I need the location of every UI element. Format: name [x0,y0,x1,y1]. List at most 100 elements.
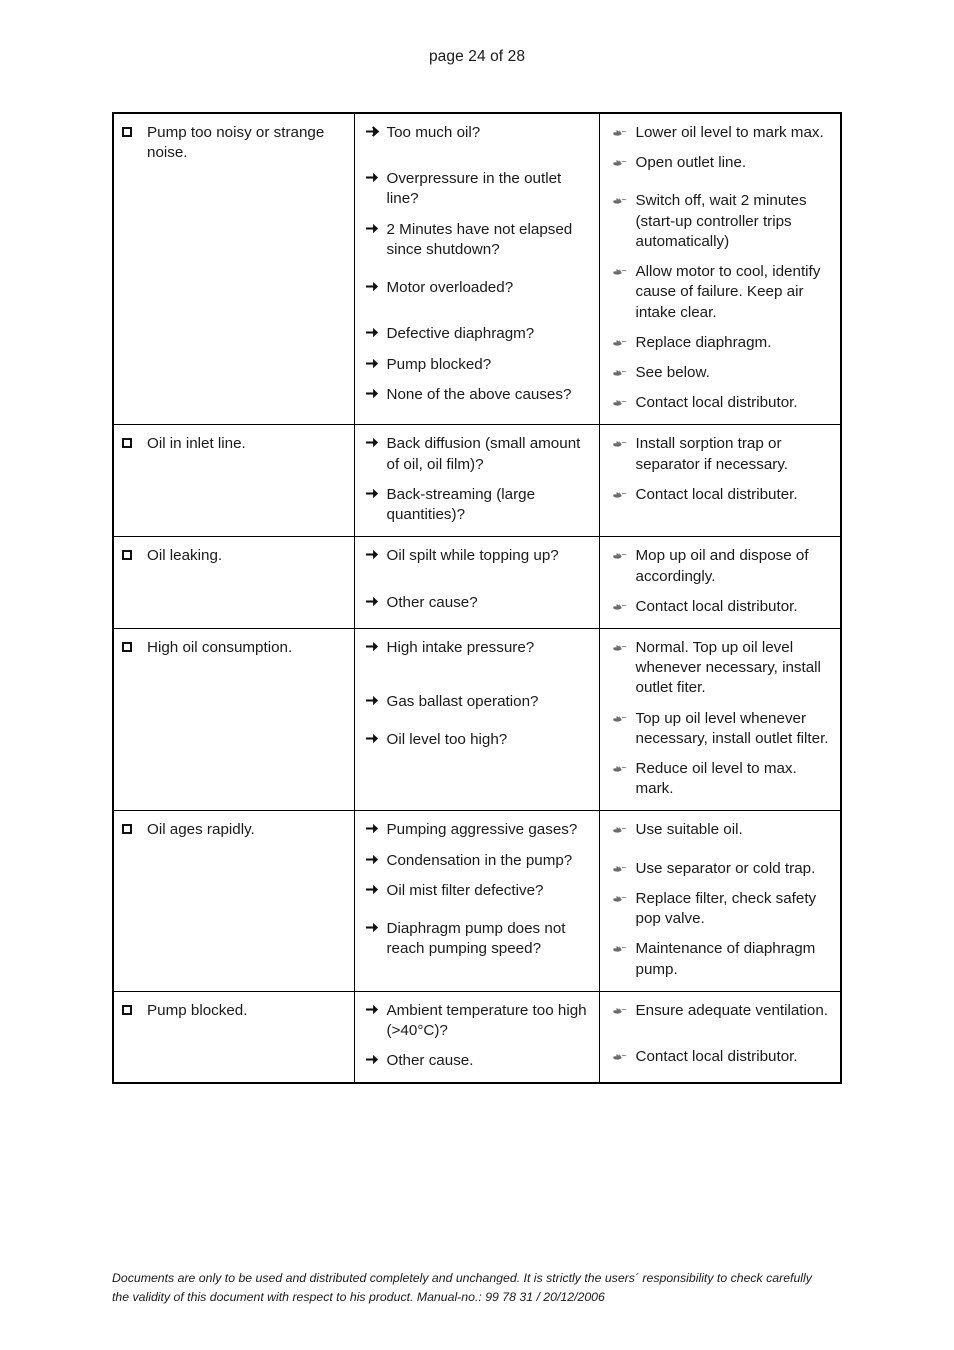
list-item: Oil mist filter defective? [365,881,593,901]
table-row: Oil in inlet line. Back diffusion (small… [113,425,841,537]
list-item: Gas ballast operation? [365,692,593,712]
remedy-text: Contact local distributer. [636,485,835,505]
problem-list: Pump too noisy or strange noise. [114,114,354,174]
remedy-list: Normal. Top up oil level whenever necess… [600,629,841,811]
list-item: Reduce oil level to max. mark. [612,759,835,799]
remedy-cell: Install sorption trap or separator if ne… [599,425,841,537]
remedy-text: Reduce oil level to max. mark. [636,759,835,799]
cause-text: Too much oil? [387,123,593,143]
pointing-hand-bullet-icon [612,363,636,378]
list-item: Pump too noisy or strange noise. [122,123,348,163]
remedy-text: Lower oil level to mark max. [636,123,835,143]
remedy-text: Normal. Top up oil level whenever necess… [636,638,835,699]
cause-text: Diaphragm pump does not reach pumping sp… [387,919,593,959]
pointing-hand-bullet-icon [612,485,636,500]
page-number-header: page 24 of 28 [0,48,954,66]
hollow-square-bullet-icon [122,546,147,565]
right-arrow-bullet-icon [365,546,387,562]
cause-text: Gas ballast operation? [387,692,593,712]
table-row: Pump blocked. Ambient temperature too hi… [113,991,841,1083]
list-item: Use separator or cold trap. [612,859,835,879]
cause-text: Motor overloaded? [387,278,593,298]
list-item: Motor overloaded? [365,278,593,298]
right-arrow-bullet-icon [365,1051,387,1067]
cause-text: 2 Minutes have not elapsed since shutdow… [387,220,593,260]
problem-cell: Oil in inlet line. [113,425,354,537]
problem-cell: Oil ages rapidly. [113,811,354,991]
cause-cell: Too much oil? Overpressure in the outlet… [354,113,599,425]
list-item: Ambient temperature too high (>40°C)? [365,1001,593,1041]
remedy-text: Mop up oil and dispose of accordingly. [636,546,835,586]
cause-text: Overpressure in the outlet line? [387,169,593,209]
remedy-cell: Mop up oil and dispose of accordingly. C… [599,537,841,629]
problem-text: Pump too noisy or strange noise. [147,123,348,163]
problem-text: Oil in inlet line. [147,434,348,454]
list-item: Other cause? [365,593,593,613]
list-item: Oil spilt while topping up? [365,546,593,566]
remedy-text: Open outlet line. [636,153,835,173]
cause-text: Pump blocked? [387,355,593,375]
right-arrow-bullet-icon [365,355,387,371]
list-item: Replace diaphragm. [612,333,835,353]
right-arrow-bullet-icon [365,324,387,340]
remedy-list: Install sorption trap or separator if ne… [600,425,841,516]
pointing-hand-bullet-icon [612,333,636,348]
right-arrow-bullet-icon [365,123,387,139]
pointing-hand-bullet-icon [612,709,636,724]
troubleshooting-table: Pump too noisy or strange noise. Too muc… [112,112,842,1084]
list-item: Contact local distributor. [612,597,835,617]
cause-text: Back diffusion (small amount of oil, oil… [387,434,593,474]
remedy-cell: Use suitable oil. Use separator or cold … [599,811,841,991]
cause-text: Oil mist filter defective? [387,881,593,901]
table-row: Pump too noisy or strange noise. Too muc… [113,113,841,425]
problem-cell: Pump blocked. [113,991,354,1083]
list-item: Diaphragm pump does not reach pumping sp… [365,919,593,959]
list-item: Too much oil? [365,123,593,143]
list-item: None of the above causes? [365,385,593,405]
remedy-text: Use separator or cold trap. [636,859,835,879]
list-item: Install sorption trap or separator if ne… [612,434,835,474]
pointing-hand-bullet-icon [612,759,636,774]
table-body: Pump too noisy or strange noise. Too muc… [113,113,841,1083]
list-item: Ensure adequate ventilation. [612,1001,835,1021]
cause-text: Other cause? [387,593,593,613]
list-item: Oil in inlet line. [122,434,348,454]
cause-text: Back-streaming (large quantities)? [387,485,593,525]
pointing-hand-bullet-icon [612,262,636,277]
right-arrow-bullet-icon [365,919,387,935]
list-item: Back-streaming (large quantities)? [365,485,593,525]
pointing-hand-bullet-icon [612,393,636,408]
remedy-cell: Lower oil level to mark max. Open outlet… [599,113,841,425]
list-item: Pump blocked. [122,1001,348,1021]
list-item: Overpressure in the outlet line? [365,169,593,209]
right-arrow-bullet-icon [365,692,387,708]
footer-line-1: Documents are only to be used and distri… [112,1269,842,1288]
problem-list: High oil consumption. [114,629,354,669]
table-row: Oil leaking. Oil spilt while topping up? [113,537,841,629]
pointing-hand-bullet-icon [612,546,636,561]
problem-text: Oil leaking. [147,546,348,566]
problem-text: High oil consumption. [147,638,348,658]
pointing-hand-bullet-icon [612,1001,636,1016]
remedy-cell: Ensure adequate ventilation. Contact loc… [599,991,841,1083]
list-item: Use suitable oil. [612,820,835,840]
pointing-hand-bullet-icon [612,597,636,612]
remedy-list: Mop up oil and dispose of accordingly. C… [600,537,841,628]
list-item: Pump blocked? [365,355,593,375]
list-item: Other cause. [365,1051,593,1071]
remedy-text: Switch off, wait 2 minutes (start-up con… [636,191,835,252]
list-item: 2 Minutes have not elapsed since shutdow… [365,220,593,260]
hollow-square-bullet-icon [122,820,147,839]
remedy-text: Contact local distributor. [636,393,835,413]
list-item: High oil consumption. [122,638,348,658]
cause-text: High intake pressure? [387,638,593,658]
right-arrow-bullet-icon [365,638,387,654]
remedy-list: Ensure adequate ventilation. Contact loc… [600,992,841,1078]
right-arrow-bullet-icon [365,385,387,401]
remedy-text: Maintenance of diaphragm pump. [636,939,835,979]
problem-list: Oil leaking. [114,537,354,577]
problem-text: Oil ages rapidly. [147,820,348,840]
cause-cell: High intake pressure? Gas ballast operat… [354,628,599,811]
cause-text: Pumping aggressive gases? [387,820,593,840]
list-item: Contact local distributor. [612,393,835,413]
